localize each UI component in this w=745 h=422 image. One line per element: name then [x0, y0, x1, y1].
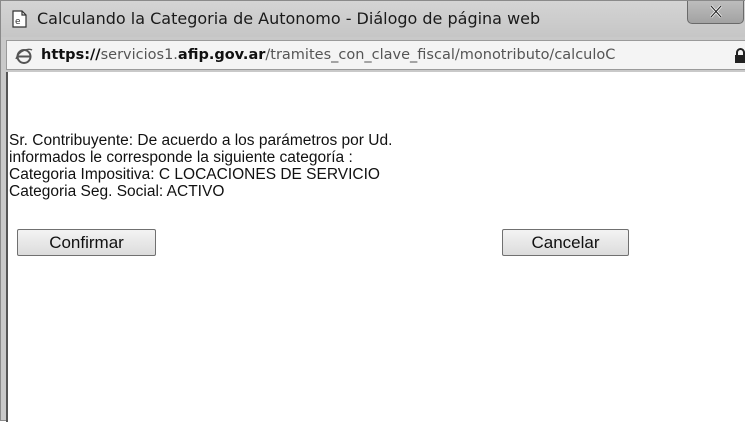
confirm-button[interactable]: Confirmar: [17, 229, 156, 256]
url-host: afip.gov.ar: [177, 47, 266, 63]
url-text[interactable]: https://servicios1.afip.gov.ar/tramites_…: [41, 47, 721, 63]
dialog-content: Sr. Contribuyente: De acuerdo a los pará…: [6, 72, 745, 422]
title-bar[interactable]: e Calculando la Categoria de Autonomo - …: [1, 1, 745, 37]
ie-icon: [15, 48, 33, 64]
dialog-window: e Calculando la Categoria de Autonomo - …: [0, 0, 745, 422]
svg-text:e: e: [15, 17, 21, 27]
message-line: Categoria Impositiva: C LOCACIONES DE SE…: [9, 166, 380, 183]
cancel-button[interactable]: Cancelar: [502, 229, 629, 256]
close-icon: [710, 5, 722, 18]
address-bar: https://servicios1.afip.gov.ar/tramites_…: [6, 40, 745, 70]
message-line: Categoria Seg. Social: ACTIVO: [9, 183, 225, 200]
url-path: /tramites_con_clave_fiscal/monotributo/c…: [265, 47, 616, 63]
url-host-prefix: servicios1.: [100, 47, 178, 63]
window-title: Calculando la Categoria de Autonomo - Di…: [37, 9, 541, 28]
message-line: Sr. Contribuyente: De acuerdo a los pará…: [9, 132, 393, 149]
lock-icon[interactable]: [734, 48, 745, 64]
close-button[interactable]: [687, 1, 744, 24]
ie-page-icon: e: [12, 10, 27, 28]
url-scheme: https://: [41, 47, 101, 63]
category-message: Sr. Contribuyente: De acuerdo a los pará…: [9, 132, 392, 200]
message-line: informados le corresponde la siguiente c…: [9, 149, 353, 166]
